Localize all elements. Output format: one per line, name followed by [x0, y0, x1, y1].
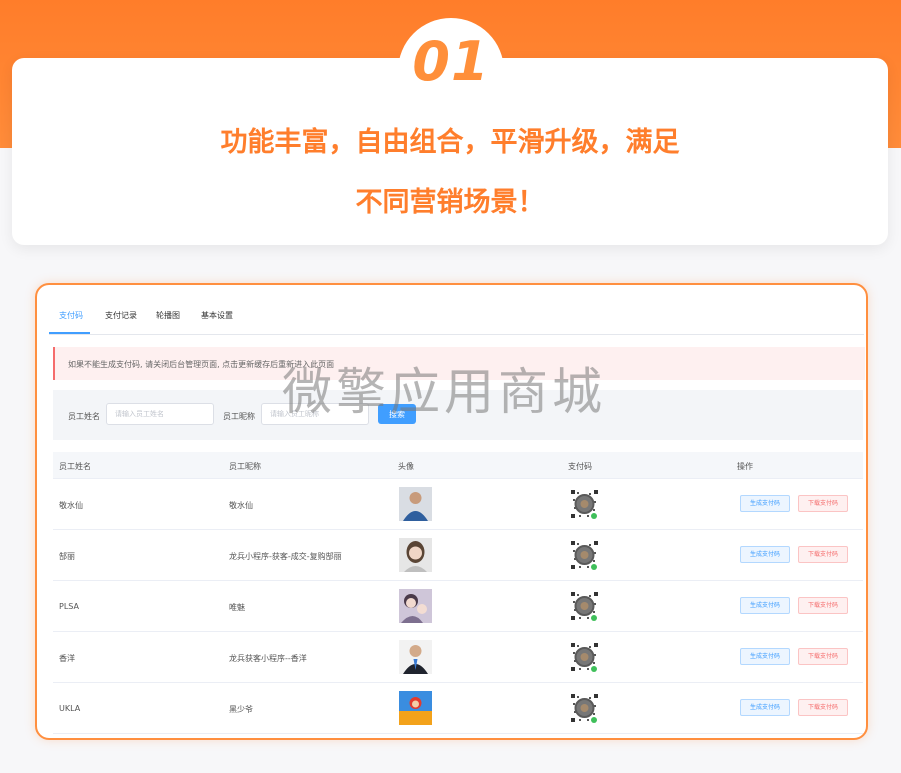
avatar	[399, 589, 432, 623]
employee-name-input[interactable]	[106, 403, 214, 425]
download-code-button[interactable]: 下载支付码	[798, 597, 848, 614]
avatar	[399, 640, 432, 674]
header-avatar: 头像	[398, 462, 414, 471]
download-code-button[interactable]: 下载支付码	[798, 495, 848, 512]
generate-code-button[interactable]: 生成支付码	[740, 648, 790, 665]
employee-name: 郜丽	[59, 552, 75, 561]
generate-code-button[interactable]: 生成支付码	[740, 699, 790, 716]
header-actions: 操作	[737, 462, 753, 471]
hero-headline-line1: 功能丰富，自由组合，平滑升级，满足	[220, 127, 680, 158]
generate-code-button[interactable]: 生成支付码	[740, 597, 790, 614]
employee-name: 香洋	[59, 654, 75, 663]
qr-code-icon[interactable]	[568, 589, 601, 623]
avatar	[399, 487, 432, 521]
hero-headline-line2: 不同营销场景！	[355, 187, 545, 218]
tab-basic-settings[interactable]: 基本设置	[201, 310, 233, 321]
employee-table: 员工姓名 员工昵称 头像 支付码 操作 敬水仙 敬水仙 生成支付码 下载支付码 …	[53, 452, 863, 734]
employee-nickname: 龙兵获客小程序--香洋	[229, 654, 307, 663]
watermark-text: 微擎应用商城	[282, 363, 606, 421]
qr-code-icon[interactable]	[568, 640, 601, 674]
avatar	[399, 538, 432, 572]
qr-code-icon[interactable]	[568, 538, 601, 572]
badge-number: 01	[412, 30, 490, 93]
table-row: 香洋 龙兵获客小程序--香洋 生成支付码 下载支付码	[53, 632, 863, 683]
tab-payment-records[interactable]: 支付记录	[105, 310, 137, 321]
tab-carousel[interactable]: 轮播图	[156, 310, 180, 321]
header-name: 员工姓名	[59, 462, 91, 471]
table-row: 郜丽 龙兵小程序-获客-成交-复购郜丽 生成支付码 下载支付码	[53, 530, 863, 581]
table-row: 敬水仙 敬水仙 生成支付码 下载支付码	[53, 479, 863, 530]
table-header: 员工姓名 员工昵称 头像 支付码 操作	[53, 452, 863, 479]
tab-bar: 支付码 支付记录 轮播图 基本设置	[49, 285, 864, 335]
table-row: PLSA 唯魅 生成支付码 下载支付码	[53, 581, 863, 632]
avatar	[399, 691, 432, 725]
employee-nickname: 敬水仙	[229, 501, 253, 510]
download-code-button[interactable]: 下载支付码	[798, 648, 848, 665]
nickname-label: 员工昵称	[223, 412, 255, 421]
name-label: 员工姓名	[68, 412, 100, 421]
employee-nickname: 龙兵小程序-获客-成交-复购郜丽	[229, 552, 342, 561]
header-nickname: 员工昵称	[229, 462, 261, 471]
employee-name: UKLA	[59, 704, 81, 713]
download-code-button[interactable]: 下载支付码	[798, 699, 848, 716]
table-row: UKLA 黑少爷 生成支付码 下载支付码	[53, 683, 863, 734]
qr-code-icon[interactable]	[568, 691, 601, 725]
employee-nickname: 唯魅	[229, 603, 245, 612]
download-code-button[interactable]: 下载支付码	[798, 546, 848, 563]
qr-code-icon[interactable]	[568, 487, 601, 521]
tab-payment-code[interactable]: 支付码	[59, 310, 83, 321]
generate-code-button[interactable]: 生成支付码	[740, 495, 790, 512]
employee-nickname: 黑少爷	[229, 705, 253, 714]
header-payment-code: 支付码	[568, 462, 592, 471]
employee-name: PLSA	[59, 602, 79, 611]
active-tab-indicator	[49, 332, 90, 334]
generate-code-button[interactable]: 生成支付码	[740, 546, 790, 563]
employee-name: 敬水仙	[59, 501, 83, 510]
